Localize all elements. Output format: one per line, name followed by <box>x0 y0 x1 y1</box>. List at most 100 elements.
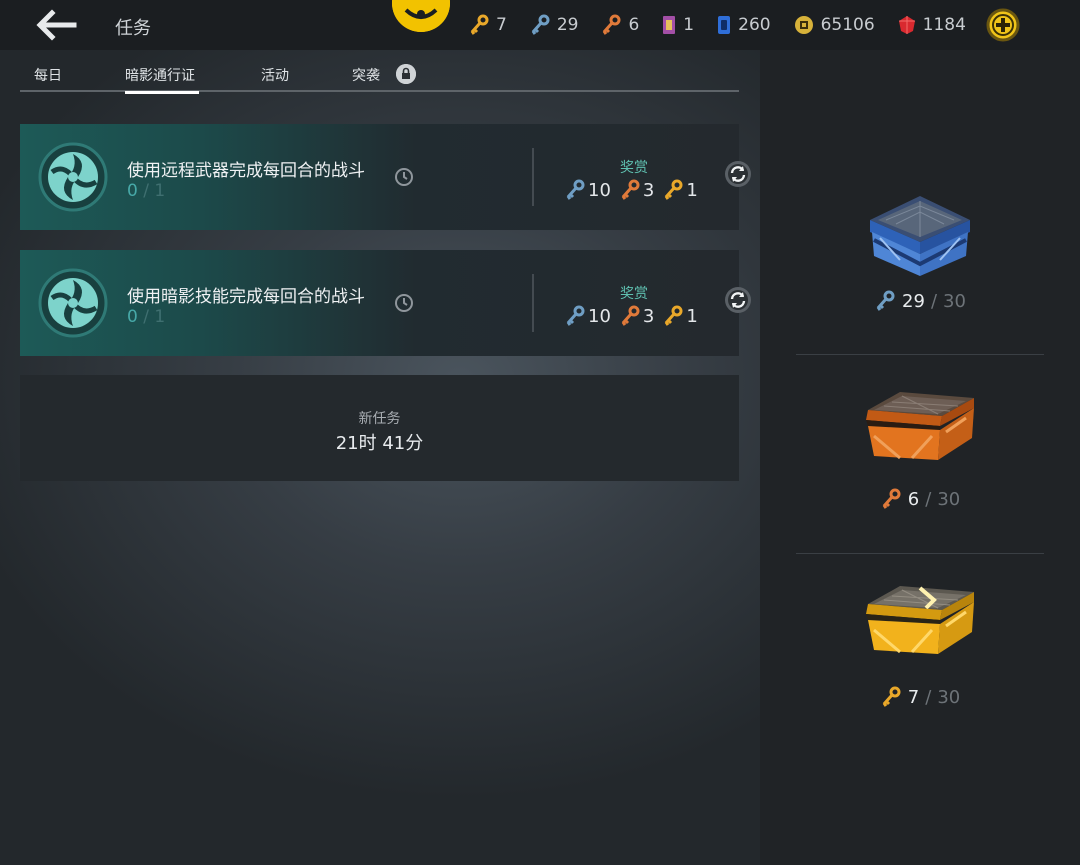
refresh-task-button[interactable] <box>724 160 752 188</box>
gold-key-icon <box>665 179 683 200</box>
orange-key-icon <box>621 305 640 326</box>
back-button[interactable] <box>34 8 80 42</box>
reward-item: 10 <box>564 179 611 201</box>
tab-events[interactable]: 活动 <box>261 65 289 92</box>
pass-ticket-icon <box>663 16 676 34</box>
currency-value: 7 <box>496 15 507 35</box>
new-task-label: 新任务 <box>358 411 401 427</box>
currency-value: 1184 <box>922 15 966 35</box>
coin-icon <box>794 16 813 34</box>
key-max: 30 <box>937 686 961 708</box>
reward-item: 3 <box>619 179 654 201</box>
blue-key-count: 29/30 <box>760 290 1080 312</box>
progress-current: 0 <box>127 181 138 201</box>
currency-bar: 7 29 6 1 260 65106 1184 <box>468 0 988 50</box>
progress-current: 0 <box>127 307 138 327</box>
reward-value: 1 <box>686 305 698 327</box>
currency-gold-key: 7 <box>468 14 507 36</box>
key-count: 6 <box>907 488 920 510</box>
shadow-emblem-icon <box>392 0 450 32</box>
refresh-icon <box>725 161 751 187</box>
reward-value: 1 <box>686 179 698 201</box>
gold-key-count: 7/30 <box>760 686 1080 708</box>
currency-value: 65106 <box>820 15 875 35</box>
currency-blue-card: 260 <box>716 14 771 36</box>
blue-card-icon <box>718 16 731 34</box>
task-progress: 0 / 1 <box>127 181 166 201</box>
gold-chest[interactable] <box>860 580 980 670</box>
gold-chest-icon <box>866 586 974 654</box>
key-count: 7 <box>907 686 920 708</box>
currency-pass-ticket: 1 <box>661 14 694 36</box>
plus-icon <box>986 8 1020 42</box>
reward-item: 1 <box>662 179 698 201</box>
clock-icon <box>394 293 414 313</box>
blue-key-icon <box>566 305 585 326</box>
currency-blue-key: 29 <box>529 14 579 36</box>
gold-key-icon <box>470 14 489 35</box>
reward-item: 1 <box>662 305 698 327</box>
tab-shadow-pass[interactable]: 暗影通行证 <box>125 65 199 94</box>
new-task-countdown: 21时 41分 <box>335 433 424 454</box>
currency-coin: 65106 <box>793 14 875 36</box>
page-title: 任务 <box>115 18 151 39</box>
currency-value: 29 <box>556 15 579 35</box>
reward-value: 3 <box>642 305 655 327</box>
divider <box>532 148 534 206</box>
task-panel: 每日 暗影通行证 活动 突袭 使用远程武器完成每回合的战斗 0 / 1 奖赏 1… <box>0 50 760 865</box>
key-max: 30 <box>937 488 961 510</box>
tab-daily[interactable]: 每日 <box>34 65 62 92</box>
orange-chest[interactable] <box>860 386 980 476</box>
reward-list: 10 3 1 <box>564 179 706 201</box>
reward-item: 10 <box>564 305 611 327</box>
add-currency-button[interactable] <box>986 8 1020 42</box>
shadow-swirl-icon <box>38 268 108 338</box>
gold-key-icon <box>882 686 901 707</box>
currency-value: 6 <box>628 15 640 35</box>
blue-chest-icon <box>870 196 970 276</box>
refresh-task-button[interactable] <box>724 286 752 314</box>
clock-icon <box>394 167 414 187</box>
orange-key-count: 6/30 <box>760 488 1080 510</box>
divider <box>796 553 1044 554</box>
task-card[interactable]: 使用远程武器完成每回合的战斗 0 / 1 奖赏 10 3 1 <box>20 124 739 230</box>
top-bar: 任务 7 29 6 1 260 65106 1184 <box>0 0 1080 50</box>
red-gem-icon <box>898 16 915 34</box>
orange-key-icon <box>603 14 621 35</box>
task-card[interactable]: 使用暗影技能完成每回合的战斗 0 / 1 奖赏 10 3 1 <box>20 250 739 356</box>
key-count: 29 <box>902 290 925 312</box>
reward-label: 奖赏 <box>620 160 648 176</box>
currency-value: 260 <box>738 15 771 35</box>
reward-label: 奖赏 <box>620 286 648 302</box>
reward-value: 10 <box>588 179 611 201</box>
reward-value: 10 <box>588 305 611 327</box>
gold-key-icon <box>665 305 683 326</box>
divider <box>532 274 534 332</box>
orange-chest-icon <box>866 392 974 460</box>
task-name: 使用暗影技能完成每回合的战斗 <box>127 287 365 307</box>
blue-key-icon <box>566 179 585 200</box>
blue-chest[interactable] <box>860 190 980 280</box>
reward-list: 10 3 1 <box>564 305 706 327</box>
shadow-swirl-icon <box>38 142 108 212</box>
reward-item: 3 <box>619 305 654 327</box>
progress-total: 1 <box>154 181 166 201</box>
currency-red-gem: 1184 <box>897 14 966 36</box>
refresh-icon <box>725 287 751 313</box>
key-max: 30 <box>943 290 966 312</box>
new-task-timer: 新任务 21时 41分 <box>20 375 739 481</box>
currency-value: 1 <box>683 15 695 35</box>
orange-key-icon <box>621 179 640 200</box>
tab-bar: 每日 暗影通行证 活动 突袭 <box>20 62 739 94</box>
reward-value: 3 <box>642 179 655 201</box>
chest-panel: 29/30 6/30 7 / 30 <box>760 50 1080 865</box>
progress-total: 1 <box>154 307 166 327</box>
divider <box>796 354 1044 355</box>
tab-raid[interactable]: 突袭 <box>352 65 380 92</box>
blue-key-icon <box>876 290 895 311</box>
blue-key-icon <box>531 14 550 35</box>
task-name: 使用远程武器完成每回合的战斗 <box>127 161 365 181</box>
currency-orange-key: 6 <box>600 14 639 36</box>
task-progress: 0 / 1 <box>127 307 166 327</box>
orange-key-icon <box>882 488 901 509</box>
